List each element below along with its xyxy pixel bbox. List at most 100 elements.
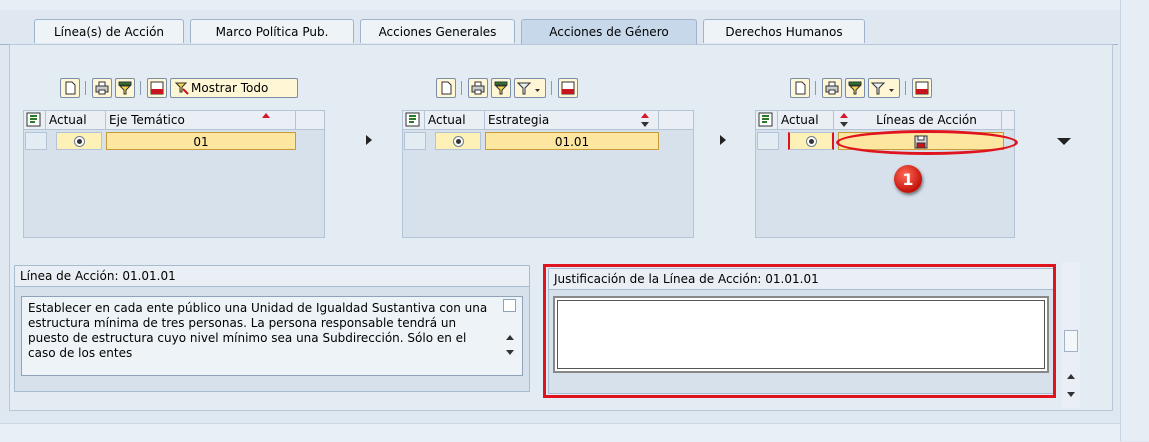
bottom-strip [0, 423, 1120, 442]
filter-button[interactable] [845, 78, 865, 98]
scroll-thumb[interactable] [503, 299, 516, 312]
table-header: Actual Estrategia [403, 111, 693, 130]
highlight-rectangle [543, 264, 1056, 398]
actual-radio[interactable] [435, 132, 481, 150]
show-all-button[interactable]: Mostrar Todo [170, 78, 298, 98]
row-selector[interactable] [404, 132, 426, 150]
separator [461, 81, 462, 95]
filter-dropdown-button[interactable] [868, 78, 900, 98]
tab-strip: Línea(s) de Acción Marco Política Pub. A… [0, 19, 1118, 45]
radio-selected-icon [805, 135, 817, 147]
filter-dropdown-button[interactable] [514, 78, 546, 98]
export-button[interactable] [912, 78, 932, 98]
col-actual[interactable]: Actual [46, 111, 106, 129]
estrategia-table: Actual Estrategia 01.01 [402, 110, 694, 238]
select-all-cell[interactable] [756, 111, 778, 129]
panel-scrollbar[interactable] [1062, 262, 1080, 408]
estrategia-value[interactable]: 01.01 [485, 132, 659, 150]
print-icon [95, 81, 109, 95]
show-all-label: Mostrar Todo [191, 81, 269, 95]
separator [815, 81, 816, 95]
separator [551, 81, 552, 95]
col-actual[interactable]: Actual [778, 111, 834, 129]
row-selector[interactable] [757, 132, 779, 150]
sort-descending-icon[interactable] [641, 122, 649, 127]
filter-icon [848, 81, 862, 95]
print-button[interactable] [822, 78, 842, 98]
toolbar-lineas [790, 78, 990, 100]
radio-selected-icon [452, 135, 464, 147]
export-icon [150, 81, 164, 95]
right-side-area [1120, 0, 1149, 441]
linea-de-accion-panel: Línea de Acción: 01.01.01 Establecer en … [14, 265, 530, 392]
filter-icon [118, 81, 132, 95]
highlight-ellipse [836, 130, 1018, 155]
linea-de-accion-text[interactable]: Establecer en cada ente público una Unid… [21, 296, 523, 376]
filter-dropdown-icon [871, 82, 894, 95]
print-icon [825, 81, 839, 95]
tab-lineas-de-accion[interactable]: Línea(s) de Acción [34, 19, 184, 43]
new-document-icon [441, 81, 452, 95]
new-document-icon [795, 81, 806, 95]
radio-selected-icon [73, 135, 85, 147]
toolbar-eje: Mostrar Todo [60, 78, 340, 100]
table-header: Actual Eje Temático [24, 111, 324, 130]
row-selector[interactable] [25, 132, 47, 150]
sort-descending-icon[interactable] [840, 122, 848, 127]
eje-tematico-value[interactable]: 01 [106, 132, 296, 150]
export-button[interactable] [558, 78, 578, 98]
tab-label: Línea(s) de Acción [53, 25, 165, 39]
expand-down-icon[interactable] [1057, 138, 1071, 145]
navigate-right-icon[interactable] [366, 135, 372, 145]
new-document-button[interactable] [790, 78, 810, 98]
tab-label: Marco Política Pub. [215, 25, 329, 39]
linea-de-accion-title: Línea de Acción: 01.01.01 [15, 266, 529, 287]
step-badge: 1 [894, 165, 922, 193]
separator [140, 81, 141, 95]
tab-acciones-de-genero[interactable]: Acciones de Género [521, 19, 697, 44]
scroll-down-icon[interactable] [506, 350, 514, 355]
new-document-button[interactable] [436, 78, 456, 98]
col-lineas-de-accion[interactable]: Líneas de Acción [852, 111, 1002, 129]
new-document-button[interactable] [60, 78, 80, 98]
print-button[interactable] [92, 78, 112, 98]
select-all-cell[interactable] [403, 111, 425, 129]
sort-ascending-icon[interactable] [641, 113, 649, 118]
table-header: Actual Líneas de Acción [756, 111, 1014, 130]
step-number: 1 [902, 169, 914, 189]
scroll-thumb[interactable] [1064, 330, 1078, 352]
tab-acciones-generales[interactable]: Acciones Generales [360, 19, 515, 43]
tab-label: Acciones Generales [378, 25, 497, 39]
select-all-icon [405, 112, 420, 127]
filter-button[interactable] [115, 78, 135, 98]
separator [85, 81, 86, 95]
toolbar-estrategia [436, 78, 636, 100]
scroll-up-icon[interactable] [506, 335, 514, 340]
scroll-up-icon[interactable] [1067, 374, 1075, 379]
text-scrollbar[interactable] [501, 297, 519, 375]
navigate-right-icon[interactable] [720, 135, 726, 145]
tab-marco-politica[interactable]: Marco Política Pub. [190, 19, 354, 43]
col-actual[interactable]: Actual [425, 111, 485, 129]
new-document-icon [65, 81, 76, 95]
print-button[interactable] [468, 78, 488, 98]
export-button[interactable] [147, 78, 167, 98]
select-all-icon [758, 112, 773, 127]
print-icon [471, 81, 485, 95]
tab-label: Acciones de Género [549, 25, 669, 39]
filter-button[interactable] [491, 78, 511, 98]
select-all-icon [26, 112, 41, 127]
actual-radio[interactable] [56, 132, 102, 150]
show-all-icon [175, 82, 189, 95]
filter-dropdown-icon [517, 82, 540, 95]
separator [905, 81, 906, 95]
sort-ascending-icon[interactable] [262, 113, 270, 118]
sort-ascending-icon[interactable] [840, 113, 848, 118]
export-icon [561, 81, 575, 95]
tab-derechos-humanos[interactable]: Derechos Humanos [703, 19, 865, 43]
col-estrategia[interactable]: Estrategia [485, 111, 659, 129]
select-all-cell[interactable] [24, 111, 46, 129]
tab-label: Derechos Humanos [725, 25, 843, 39]
actual-radio[interactable] [788, 132, 834, 150]
scroll-down-icon[interactable] [1067, 392, 1075, 397]
